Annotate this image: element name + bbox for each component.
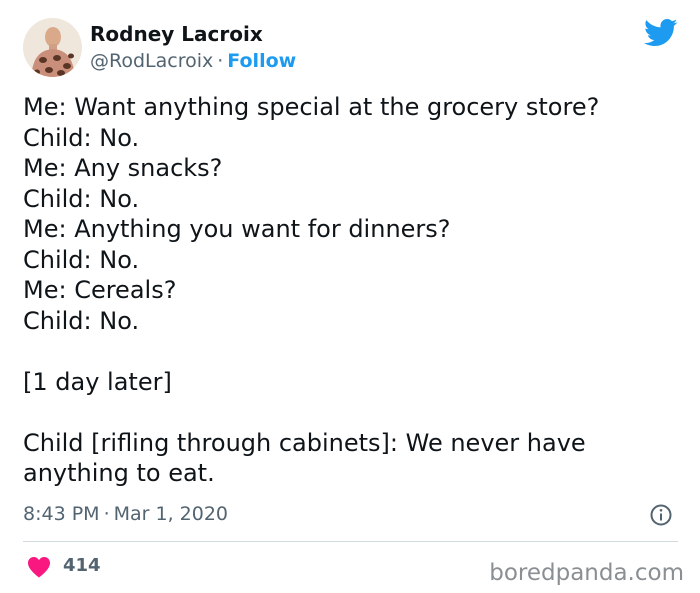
- tweet-line: Me: Want anything special at the grocery…: [23, 93, 600, 121]
- tweet-line: Child: No.: [23, 245, 140, 274]
- handle-line: @RodLacroix · Follow: [90, 50, 296, 72]
- tweet-line: Me: Anything you want for dinners?: [23, 215, 451, 243]
- tweet-time: 8:43 PM: [23, 503, 100, 525]
- tweet-line: Child: No.: [23, 123, 140, 152]
- divider: [23, 541, 678, 542]
- tweet-card: Rodney Lacroix @RodLacroix · Follow Me: Wa…: [0, 0, 700, 593]
- tweet-line: Child: No.: [23, 184, 140, 213]
- tweet-date: Mar 1, 2020: [113, 503, 229, 525]
- tweet-line: Child: No.: [23, 306, 140, 335]
- twitter-bird-icon[interactable]: [644, 18, 678, 48]
- tweet-line: Me: Any snacks?: [23, 154, 223, 182]
- avatar-image: [23, 18, 82, 77]
- author-handle[interactable]: @RodLacroix: [90, 50, 213, 72]
- tweet-line: anything to eat.: [23, 459, 215, 487]
- tweet-line: [1 day later]: [23, 367, 172, 396]
- info-icon[interactable]: [650, 504, 672, 526]
- separator: ·: [103, 503, 110, 525]
- tweet-line: Child [rifling through cabinets]: We nev…: [23, 428, 586, 457]
- tweet-text: Me: Want anything special at the grocery…: [23, 92, 683, 489]
- follow-button[interactable]: Follow: [227, 50, 296, 72]
- like-count: 414: [63, 555, 101, 576]
- timestamp[interactable]: 8:43 PM · Mar 1, 2020: [23, 503, 228, 525]
- heart-icon[interactable]: [27, 556, 51, 578]
- avatar[interactable]: [23, 18, 82, 77]
- separator: ·: [217, 50, 224, 72]
- tweet-line: Me: Cereals?: [23, 276, 177, 304]
- watermark: boredpanda.com: [489, 560, 684, 586]
- author-name[interactable]: Rodney Lacroix: [90, 22, 263, 46]
